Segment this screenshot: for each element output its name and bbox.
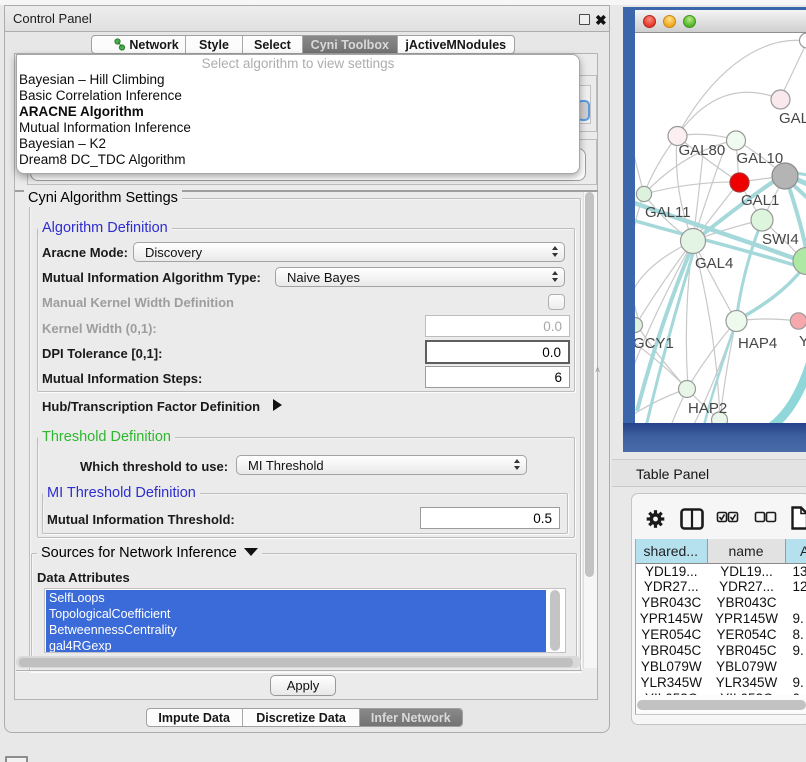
svg-text:GAL1: GAL1 bbox=[741, 192, 779, 209]
svg-text:Y: Y bbox=[799, 333, 806, 350]
svg-text:GAL80: GAL80 bbox=[678, 142, 725, 159]
svg-text:GAL10: GAL10 bbox=[736, 150, 783, 167]
svg-text:HAP4: HAP4 bbox=[738, 335, 777, 352]
svg-text:GAL4: GAL4 bbox=[695, 255, 733, 272]
svg-text:GAL7: GAL7 bbox=[779, 110, 806, 127]
svg-text:HAP2: HAP2 bbox=[688, 400, 727, 417]
svg-text:GCY1: GCY1 bbox=[635, 335, 674, 352]
svg-text:GAL11: GAL11 bbox=[645, 204, 691, 221]
svg-text:SWI4: SWI4 bbox=[762, 231, 799, 248]
